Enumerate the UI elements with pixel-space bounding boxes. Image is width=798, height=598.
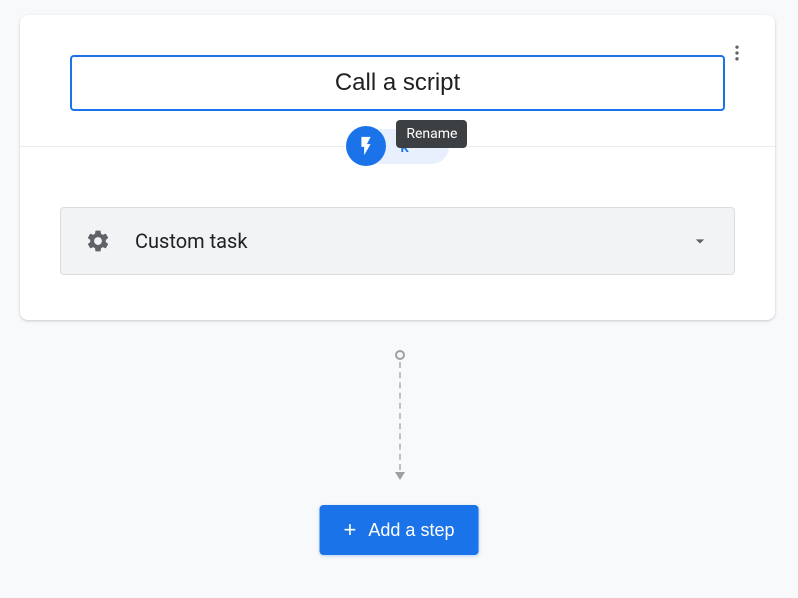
plus-icon: + bbox=[344, 519, 357, 541]
connector-line bbox=[399, 362, 401, 470]
task-type-select[interactable]: Custom task bbox=[60, 207, 735, 275]
rename-tooltip: Rename bbox=[396, 120, 467, 148]
gear-icon bbox=[85, 228, 111, 254]
title-input-container[interactable] bbox=[70, 55, 725, 111]
task-card: k Rename Custom task bbox=[20, 15, 775, 320]
arrow-down-icon bbox=[395, 472, 405, 480]
trigger-container: k Rename bbox=[346, 126, 448, 166]
task-title-input[interactable] bbox=[88, 69, 707, 97]
task-type-label: Custom task bbox=[135, 229, 666, 253]
chevron-down-icon bbox=[690, 231, 710, 251]
bolt-icon bbox=[355, 135, 377, 157]
flow-connector bbox=[399, 350, 400, 480]
connector-start-dot bbox=[395, 350, 405, 360]
card-header: k Rename bbox=[20, 15, 775, 147]
card-body: Custom task bbox=[20, 147, 775, 320]
add-step-label: Add a step bbox=[368, 520, 454, 541]
add-step-button[interactable]: + Add a step bbox=[320, 505, 479, 555]
